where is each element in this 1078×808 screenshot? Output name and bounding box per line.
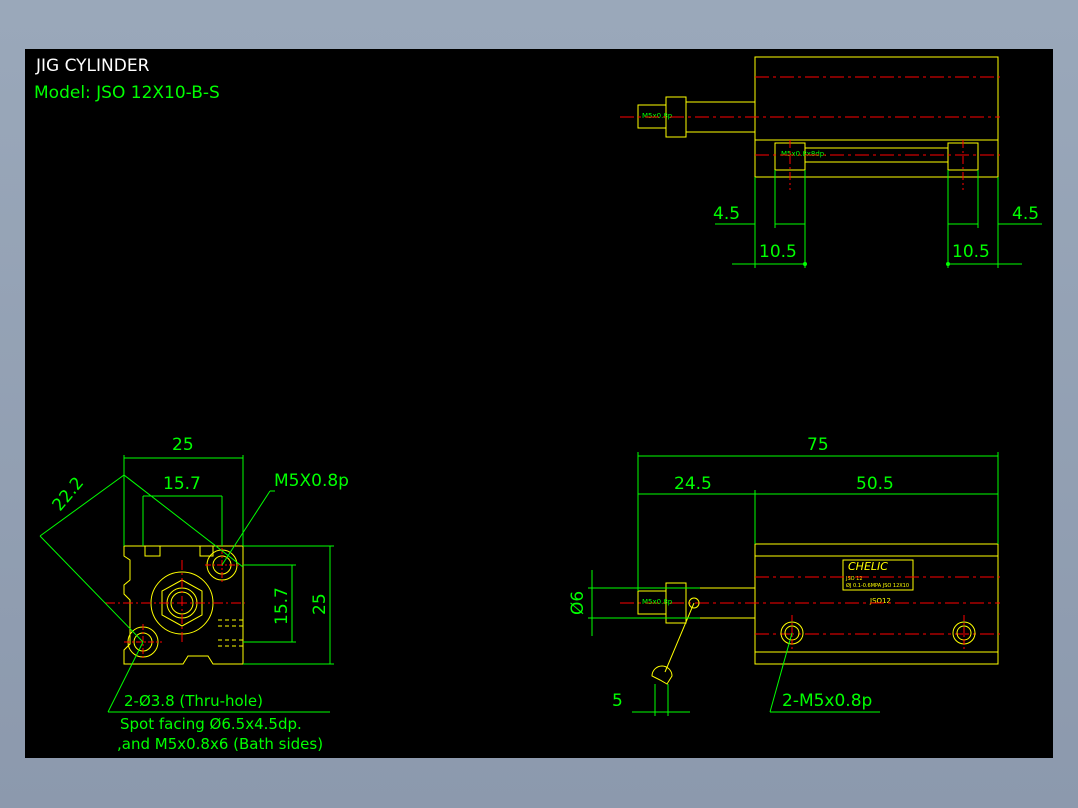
app-frame: JIG CYLINDER Model: JSO 12X10-B-S M5x0.8… xyxy=(0,0,1078,808)
top-dim-right-small: 4.5 xyxy=(1012,204,1039,224)
drawing-model: Model: JSO 12X10-B-S xyxy=(34,83,220,103)
side-dim-total: 75 xyxy=(807,435,829,455)
side-model-code: JSO12 xyxy=(869,597,891,605)
side-dim-wrench: 5 xyxy=(612,691,623,711)
side-mount-label: 2-M5x0.8p xyxy=(782,691,872,711)
side-brand: CHELIC xyxy=(848,560,888,573)
top-rod-thread-label: M5x0.8p xyxy=(642,112,673,120)
end-note-line3: ,and M5x0.8x6 (Bath sides) xyxy=(117,735,323,753)
end-dim-width: 25 xyxy=(172,435,194,455)
top-dim-right-large: 10.5 xyxy=(952,242,990,262)
end-view: 25 15.7 22.2 M5X0.8p 15.7 25 2-Ø3.8 (Thr… xyxy=(39,435,349,753)
end-note-line2: Spot facing Ø6.5x4.5dp. xyxy=(120,715,302,733)
side-rod-thread-label: M5x0.8p xyxy=(642,598,673,606)
end-dim-height: 25 xyxy=(310,593,330,615)
end-port-label: M5X0.8p xyxy=(274,471,349,491)
end-note-line1: 2-Ø3.8 (Thru-hole) xyxy=(124,692,263,710)
top-bottom-thread-label: M5x0.8x8dp. xyxy=(781,150,826,158)
top-dim-left-large: 10.5 xyxy=(759,242,797,262)
side-view: CHELIC JSO 12 ØJ 0.1-0.6MPA JSO 12X10 JS… xyxy=(568,435,1000,716)
side-dim-rod-dia: Ø6 xyxy=(568,591,588,615)
side-dim-body: 50.5 xyxy=(856,474,894,494)
top-dim-left-small: 4.5 xyxy=(713,204,740,224)
end-dim-diag: 22.2 xyxy=(49,473,89,515)
drawing-title: JIG CYLINDER xyxy=(35,56,150,76)
end-dim-inner: 15.7 xyxy=(163,474,201,494)
cad-drawing-area: JIG CYLINDER Model: JSO 12X10-B-S M5x0.8… xyxy=(25,49,1053,758)
top-view: M5x0.8p M5x0.8x8dp. 4.5 4.5 10.5 10.5 xyxy=(620,56,1042,268)
cad-canvas: JIG CYLINDER Model: JSO 12X10-B-S M5x0.8… xyxy=(34,56,1042,753)
side-dim-rod: 24.5 xyxy=(674,474,712,494)
end-dim-height-inner: 15.7 xyxy=(272,587,292,625)
side-label-line2: ØJ 0.1-0.6MPA JSO 12X10 xyxy=(846,582,909,589)
